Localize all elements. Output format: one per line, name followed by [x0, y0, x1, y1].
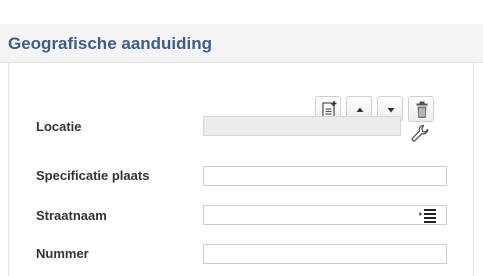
wrench-icon: [411, 124, 429, 142]
nummer-field[interactable]: [203, 244, 447, 264]
panel-title: Geografische aanduiding: [8, 34, 213, 53]
delete-button[interactable]: [408, 96, 434, 122]
straatnaam-select-button[interactable]: [417, 204, 441, 228]
straatnaam-field[interactable]: [203, 205, 447, 225]
trash-icon: [416, 101, 428, 118]
locatie-label: Locatie: [36, 119, 82, 134]
specificatie-plaats-field[interactable]: [203, 166, 447, 186]
specificatie-plaats-label: Specificatie plaats: [36, 168, 150, 183]
nummer-label: Nummer: [36, 246, 89, 261]
straatnaam-label: Straatnaam: [36, 208, 107, 223]
locatie-lookup-button[interactable]: [408, 122, 432, 146]
geografische-aanduiding-panel: Geografische aanduiding Locatie Specific…: [0, 0, 483, 276]
locatie-field[interactable]: [203, 116, 401, 136]
panel-header: Geografische aanduiding: [0, 24, 483, 63]
list-select-icon: [419, 209, 436, 223]
